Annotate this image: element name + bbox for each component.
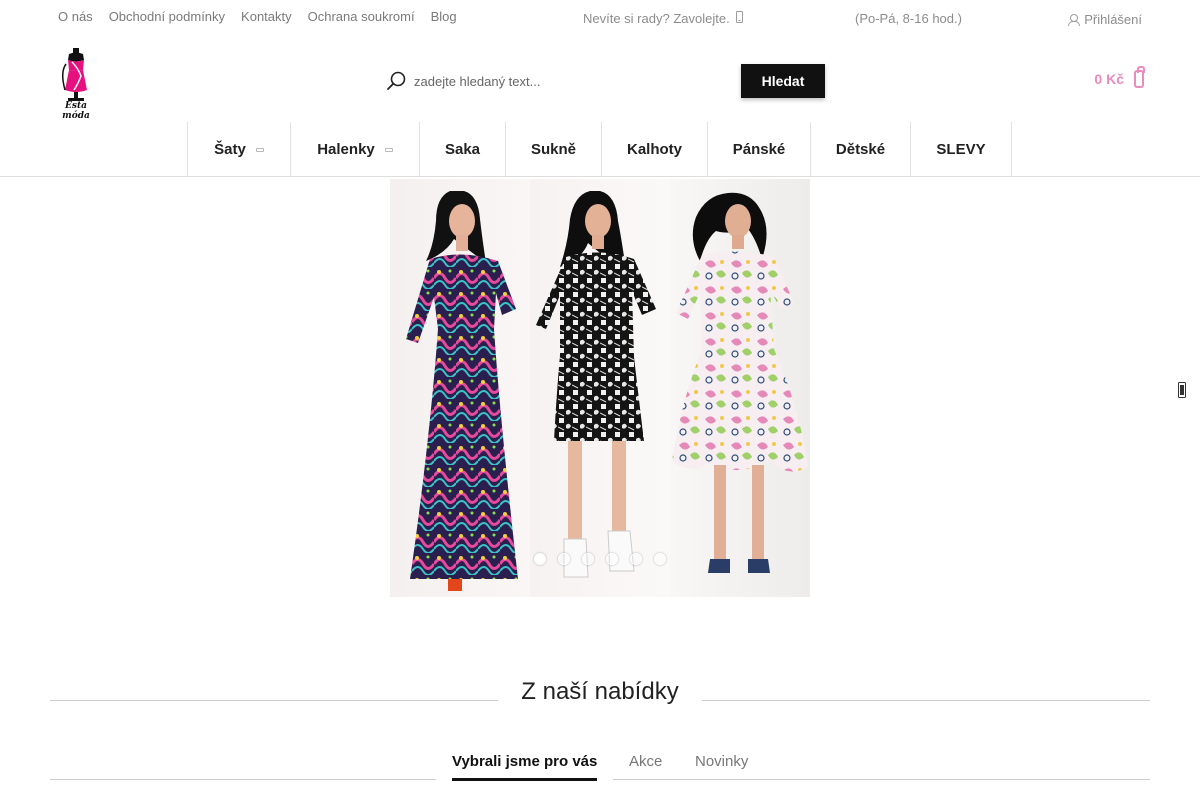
slider-dot[interactable] [558,553,570,565]
top-bar: O nás Obchodní podmínky Kontakty Ochrana… [0,0,1200,36]
login-link[interactable]: Přihlášení [1068,12,1142,27]
offer-section-heading: Z naší nabídky [50,676,1150,708]
top-link-about[interactable]: O nás [50,9,101,24]
slider-dot[interactable] [654,553,666,565]
cart-price: 0 Kč [1094,71,1124,87]
contact-phone[interactable]: Nevíte si rady? Zavolejte. [583,11,743,26]
nav-item-blouses[interactable]: Halenky [291,122,420,176]
submenu-icon [255,148,264,152]
slider-pagination [534,553,666,565]
nav-label: Dětské [835,140,886,158]
phone-icon [735,11,743,26]
nav-label: Pánské [732,140,786,158]
nav-label: Sukně [530,140,576,158]
search-bar: Hledat [384,64,826,98]
slider-next-icon[interactable] [1175,380,1189,400]
slider-dot[interactable] [534,553,546,565]
tab-recommended[interactable]: Vybrali jsme pro vás [452,753,597,770]
search-input[interactable] [414,64,734,98]
login-label: Přihlášení [1084,12,1142,27]
logo[interactable]: Esta móda [50,46,102,121]
nav-label: Halenky [317,140,375,158]
opening-hours: (Po-Pá, 8-16 hod.) [855,11,962,26]
contact-text: Nevíte si rady? Zavolejte. [583,11,730,26]
search-button[interactable]: Hledat [741,64,825,98]
nav-label: Saka [444,140,481,158]
shopping-bag-icon [1134,66,1145,88]
top-link-blog[interactable]: Blog [423,9,465,24]
tabs-rule [50,779,436,780]
user-icon [1068,14,1081,26]
tabs-rule [613,779,1150,780]
nav-item-dresses[interactable]: Šaty [188,122,291,176]
hero-slider[interactable] [390,179,810,597]
nav-item-skirts[interactable]: Sukně [506,122,602,176]
tab-sale[interactable]: Akce [629,753,662,770]
nav-label: SLEVY [936,140,986,158]
section-title-text: Z naší nabídky [499,678,701,705]
top-link-terms[interactable]: Obchodní podmínky [101,9,233,24]
nav-item-sale[interactable]: SLEVY [911,122,1012,176]
top-link-contacts[interactable]: Kontakty [233,9,300,24]
nav-item-men[interactable]: Pánské [708,122,811,176]
nav-label: Šaty [214,140,246,158]
top-links: O nás Obchodní podmínky Kontakty Ochrana… [50,9,465,24]
submenu-icon [384,148,393,152]
tab-new[interactable]: Novinky [695,753,748,770]
cart[interactable]: 0 Kč [1094,66,1145,88]
nav-item-trousers[interactable]: Kalhoty [602,122,708,176]
logo-mannequin-icon [62,48,87,101]
logo-text: Esta móda [62,101,90,121]
main-nav: Šaty Halenky Saka Sukně Kalhoty Pánské D… [0,122,1200,177]
nav-item-kids[interactable]: Dětské [811,122,911,176]
slider-dot[interactable] [606,553,618,565]
models-illustration [406,191,808,591]
slider-dot[interactable] [582,553,594,565]
nav-label: Kalhoty [626,140,682,158]
product-tabs: Vybrali jsme pro vás Akce Novinky [50,745,1150,785]
active-tab-indicator [452,778,597,781]
top-link-privacy[interactable]: Ochrana soukromí [300,9,423,24]
slider-dot[interactable] [630,553,642,565]
section-title: Z naší nabídky [50,678,1150,706]
nav-item-jackets[interactable]: Saka [420,122,506,176]
search-icon [386,70,408,92]
